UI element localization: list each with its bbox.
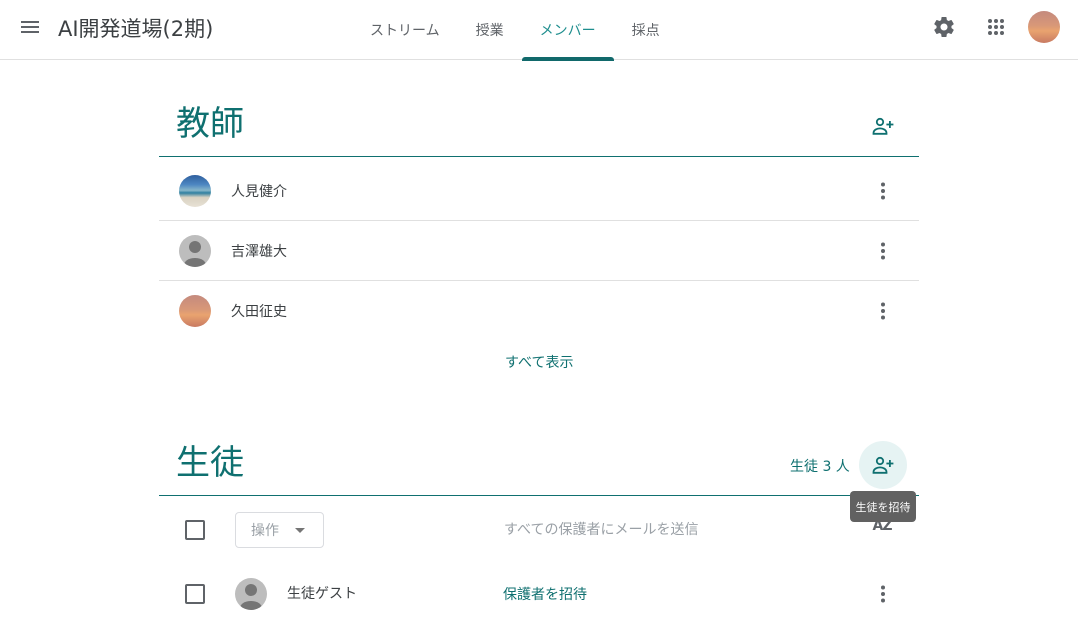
gear-icon — [934, 17, 954, 37]
default-person-icon — [184, 241, 206, 267]
teacher-more-button[interactable] — [863, 171, 903, 211]
students-heading: 生徒 — [176, 443, 244, 483]
default-person-icon — [240, 584, 262, 610]
top-app-bar: AI開発道場(2期) ストリーム 授業 メンバー 採点 — [0, 0, 1078, 61]
invite-student-button[interactable] — [859, 441, 907, 489]
students-divider — [159, 495, 919, 496]
tab-stream-label: ストリーム — [370, 23, 440, 39]
invite-student-tooltip: 生徒を招待 — [850, 491, 916, 522]
student-checkbox[interactable] — [185, 584, 205, 604]
tab-grades[interactable]: 採点 — [614, 0, 678, 60]
menu-icon — [21, 21, 39, 33]
apps-grid-icon — [988, 19, 1004, 35]
tab-people-label: メンバー — [539, 23, 596, 39]
person-add-icon — [872, 456, 894, 474]
tab-classwork[interactable]: 授業 — [458, 0, 522, 60]
avatar — [179, 235, 211, 267]
teacher-row: 人見健介 — [159, 161, 919, 221]
student-count: 生徒 3 人 — [790, 459, 850, 475]
tab-stream[interactable]: ストリーム — [352, 0, 458, 60]
tab-classwork-label: 授業 — [475, 23, 504, 39]
class-title[interactable]: AI開発道場(2期) — [58, 13, 213, 43]
teacher-row: 久田征史 — [159, 281, 919, 341]
actions-dropdown[interactable]: 操作 — [235, 512, 324, 548]
actions-label: 操作 — [251, 523, 279, 539]
student-more-button[interactable] — [863, 574, 903, 614]
teacher-name: 人見健介 — [231, 184, 287, 200]
more-vert-icon — [881, 585, 885, 603]
teacher-more-button[interactable] — [863, 231, 903, 271]
teacher-row: 吉澤雄大 — [159, 221, 919, 281]
tab-active-indicator — [521, 57, 614, 61]
invite-teacher-button[interactable] — [859, 102, 907, 150]
class-settings-button[interactable] — [924, 7, 964, 47]
google-apps-button[interactable] — [976, 7, 1016, 47]
invite-guardian-link[interactable]: 保護者を招待 — [503, 584, 587, 604]
teachers-heading: 教師 — [176, 104, 244, 144]
main-menu-button[interactable] — [10, 7, 50, 47]
student-name: 生徒ゲスト — [287, 586, 357, 602]
avatar — [179, 175, 211, 207]
more-vert-icon — [881, 182, 885, 200]
select-all-checkbox[interactable] — [185, 520, 205, 540]
teachers-divider — [159, 156, 919, 157]
more-vert-icon — [881, 242, 885, 260]
person-add-icon — [872, 117, 894, 135]
account-avatar[interactable] — [1028, 11, 1060, 43]
tab-grades-label: 採点 — [631, 23, 660, 39]
teacher-more-button[interactable] — [863, 291, 903, 331]
tab-bar: ストリーム 授業 メンバー 採点 — [352, 0, 678, 61]
avatar — [179, 295, 211, 327]
email-all-guardians-button[interactable]: すべての保護者にメールを送信 — [504, 519, 698, 539]
more-vert-icon — [881, 302, 885, 320]
teacher-name: 久田征史 — [231, 304, 287, 320]
dropdown-arrow-icon — [295, 528, 305, 533]
teacher-name: 吉澤雄大 — [231, 244, 287, 260]
tab-people[interactable]: メンバー — [521, 0, 614, 61]
show-all-teachers-link[interactable]: すべて表示 — [505, 352, 573, 372]
avatar — [235, 578, 267, 610]
